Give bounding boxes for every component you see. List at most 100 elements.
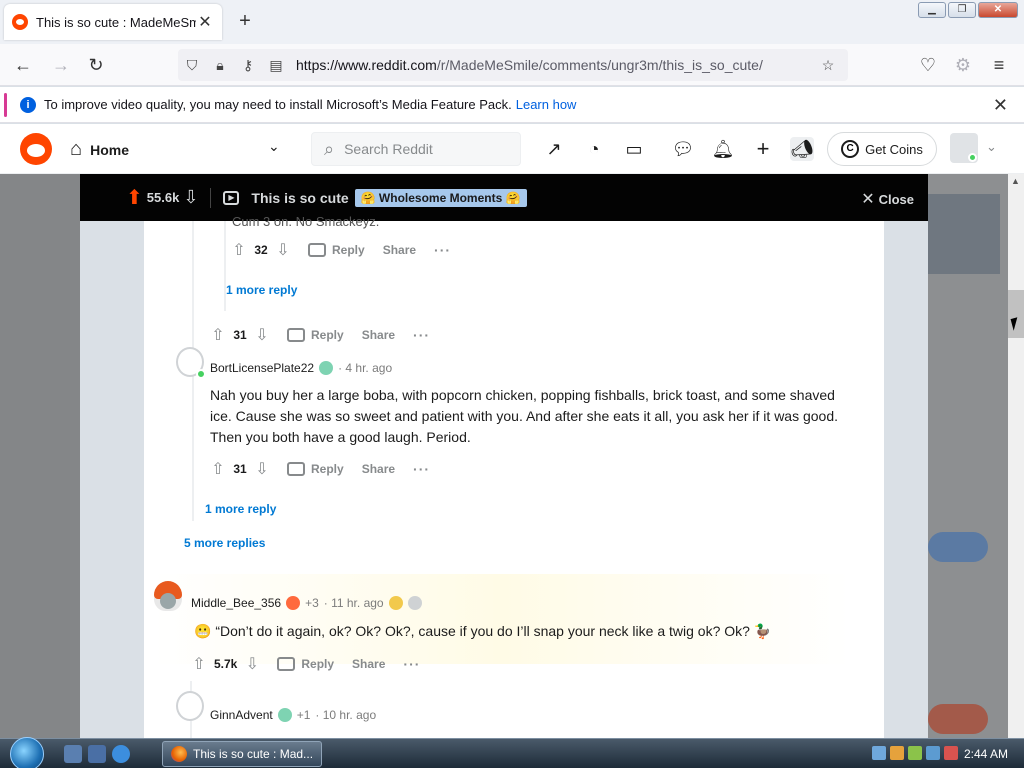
create-post-plus-icon[interactable]: + [751, 137, 775, 161]
notifications-bell-icon[interactable]: 🔔︎ [711, 137, 735, 161]
avatar[interactable] [154, 581, 182, 611]
new-tab-button[interactable]: + [234, 10, 256, 32]
forward-arrow-icon[interactable]: → [50, 54, 72, 76]
reply-button[interactable]: Reply [277, 657, 334, 671]
thread-line[interactable] [224, 221, 226, 311]
taskbar-firefox-task[interactable]: This is so cute : Mad... [162, 741, 322, 767]
internet-explorer-icon[interactable] [112, 745, 130, 763]
back-arrow-icon[interactable]: ← [12, 54, 34, 76]
home-label: Home [90, 141, 129, 158]
post-overlay: ⬆ 55.6k ⇩ ▶ This is so cute 🤗 Wholesome … [80, 174, 928, 738]
browser-tab-bar: This is so cute : MadeMeSmile ✕ + ▁ ❐ ✕ [0, 0, 1024, 44]
reload-icon[interactable]: ↻ [85, 54, 107, 76]
page-scrollbar[interactable]: ▲ [1008, 174, 1024, 738]
downvote-icon[interactable]: ⇩ [251, 325, 273, 345]
home-dropdown[interactable]: ⌂ Home [70, 138, 129, 161]
bookmark-star-icon[interactable]: ☆ [814, 57, 842, 74]
stats-icon[interactable]: ◔ [582, 137, 606, 161]
scrollbar-thumb[interactable] [1008, 290, 1024, 338]
share-button[interactable]: Share [352, 657, 385, 671]
popular-icon[interactable]: ↗ [542, 137, 566, 161]
tray-network-icon[interactable] [872, 746, 886, 760]
downvote-icon[interactable]: ⇩ [241, 654, 263, 674]
downvote-arrow-icon[interactable]: ⇩ [183, 187, 198, 208]
tab-close-icon[interactable]: ✕ [196, 12, 214, 32]
get-coins-button[interactable]: C Get Coins [827, 132, 937, 166]
extensions-icon[interactable]: ⚙ [952, 54, 974, 76]
advertise-megaphone-icon[interactable]: 📣︎ [790, 137, 814, 161]
username[interactable]: Middle_Bee_356 [191, 596, 281, 610]
username[interactable]: BortLicensePlate22 [210, 361, 314, 375]
user-avatar[interactable] [950, 133, 978, 163]
more-reply-link[interactable]: 1 more reply [226, 283, 297, 297]
avatar[interactable] [176, 691, 204, 721]
downvote-icon[interactable]: ⇩ [272, 240, 294, 260]
browser-tab[interactable]: This is so cute : MadeMeSmile ✕ [4, 4, 222, 40]
reply-button[interactable]: Reply [287, 462, 344, 476]
comment-time[interactable]: · 11 hr. ago [324, 596, 384, 610]
taskbar-clock[interactable]: 2:44 AM [964, 747, 1008, 761]
chevron-down-icon[interactable]: ⌄ [268, 138, 280, 155]
upvote-icon[interactable]: ⇧ [188, 654, 210, 674]
comments-panel: Cum 3 on. No Smackeyz. ⇧ 32 ⇩ Reply Shar… [144, 214, 884, 738]
share-button[interactable]: Share [362, 462, 395, 476]
url-bar[interactable]: ⛉ 🔒︎ ⚷ ▤ https://www.reddit.com/r/MadeMe… [178, 49, 848, 81]
comment-time[interactable]: · 4 hr. ago [338, 361, 392, 375]
search-icon: ⌕ [324, 138, 335, 159]
username[interactable]: GinnAdvent [210, 708, 273, 722]
tray-volume-muted-icon[interactable] [944, 746, 958, 760]
page-info-icon[interactable]: ▤ [262, 57, 290, 74]
window-switcher-icon[interactable] [88, 745, 106, 763]
tray-app-icon[interactable] [908, 746, 922, 760]
upvote-icon[interactable]: ⇧ [207, 325, 229, 345]
app-menu-icon[interactable]: ≡ [988, 54, 1010, 76]
search-placeholder: Search Reddit [344, 141, 433, 157]
tray-search-icon[interactable] [890, 746, 904, 760]
maximize-button[interactable]: ❐ [948, 2, 976, 18]
window-close-button[interactable]: ✕ [978, 2, 1018, 18]
comment-body: “Don’t do it again, ok? Ok? Ok?, cause i… [215, 623, 750, 639]
more-options-icon[interactable]: ··· [413, 327, 430, 343]
reply-label: Reply [311, 462, 344, 476]
reddit-logo-icon[interactable] [20, 133, 52, 165]
show-desktop-icon[interactable] [64, 745, 82, 763]
more-options-icon[interactable]: ··· [434, 242, 451, 258]
shield-icon[interactable]: ⛉ [178, 57, 206, 74]
more-options-icon[interactable]: ··· [413, 461, 430, 477]
search-input[interactable]: ⌕ Search Reddit [311, 132, 521, 166]
user-menu-chevron-icon[interactable]: ⌄ [986, 139, 997, 155]
url-text[interactable]: https://www.reddit.com/r/MadeMeSmile/com… [296, 57, 814, 73]
award-count: +1 [296, 708, 311, 722]
reply-label: Reply [332, 243, 365, 257]
reply-button[interactable]: Reply [287, 328, 344, 342]
share-button[interactable]: Share [383, 243, 416, 257]
upvote-icon[interactable]: ⇧ [228, 240, 250, 260]
key-icon[interactable]: ⚷ [234, 57, 262, 74]
user-flair-icon [277, 708, 292, 722]
chat-icon[interactable]: 💬︎ [671, 137, 695, 161]
minimize-button[interactable]: ▁ [918, 2, 946, 18]
post-flair[interactable]: 🤗 Wholesome Moments 🤗 [354, 188, 527, 207]
scroll-up-icon[interactable]: ▲ [1011, 176, 1020, 186]
comment-text: Cum 3 on. No Smackeyz. [232, 214, 380, 229]
learn-how-link[interactable]: Learn how [516, 97, 577, 112]
avatar[interactable] [176, 347, 206, 379]
upvote-icon[interactable]: ⇧ [207, 459, 229, 479]
comment-time[interactable]: · 10 hr. ago [315, 708, 376, 722]
pocket-icon[interactable]: ♡ [917, 54, 939, 76]
video-icon[interactable]: ▭ [622, 137, 646, 161]
start-button[interactable] [10, 737, 44, 768]
tray-display-icon[interactable] [926, 746, 940, 760]
notification-close-icon[interactable]: ✕ [993, 95, 1008, 116]
more-replies-link[interactable]: 5 more replies [184, 536, 265, 550]
share-button[interactable]: Share [362, 328, 395, 342]
close-post-button[interactable]: ✕ Close [861, 189, 914, 209]
reply-button[interactable]: Reply [308, 243, 365, 257]
upvote-arrow-icon[interactable]: ⬆ [126, 185, 143, 210]
downvote-icon[interactable]: ⇩ [251, 459, 273, 479]
post-title[interactable]: This is so cute [251, 190, 348, 206]
lock-icon[interactable]: 🔒︎ [206, 57, 234, 74]
more-reply-link[interactable]: 1 more reply [205, 502, 276, 516]
more-options-icon[interactable]: ··· [403, 656, 420, 672]
comment-actions: ⇧ 5.7k ⇩ Reply Share ··· [188, 652, 420, 676]
